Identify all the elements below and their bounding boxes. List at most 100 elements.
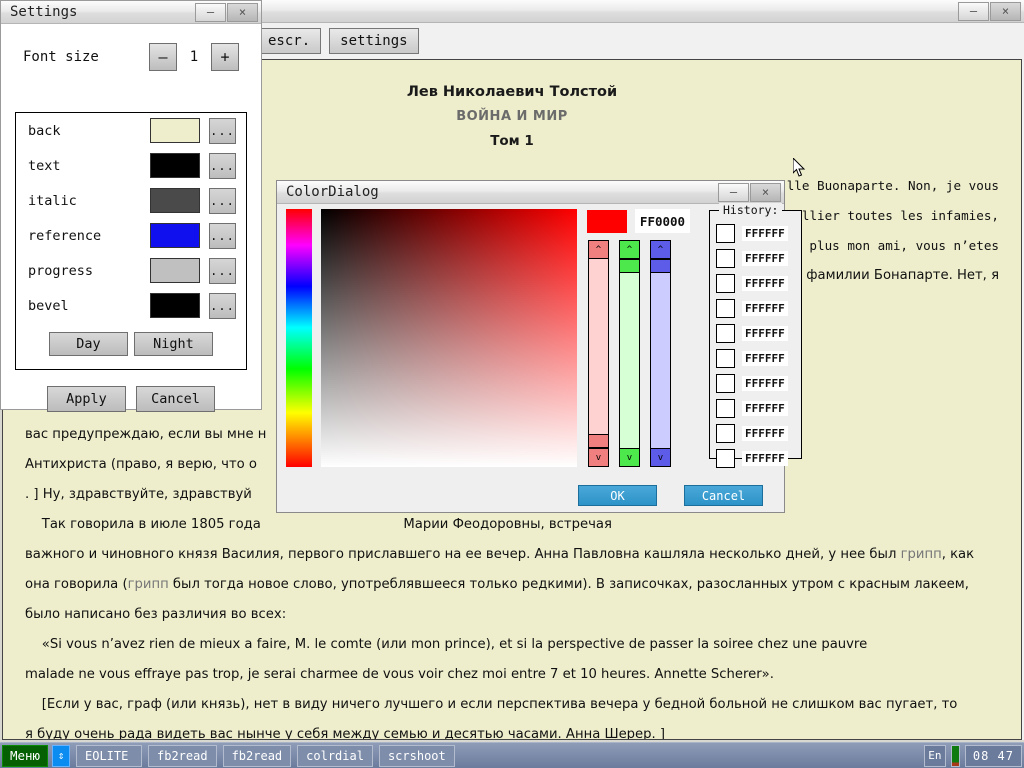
color-label: italic	[28, 193, 150, 209]
history-item[interactable]: FFFFFF	[709, 246, 802, 270]
red-slider-track[interactable]	[588, 240, 609, 467]
apply-button[interactable]: Apply	[47, 386, 126, 412]
color-swatch-reference[interactable]	[150, 223, 200, 248]
blue-slider-up-arrow[interactable]: ^	[650, 240, 671, 259]
color-picker-button-bevel[interactable]: ...	[209, 293, 236, 319]
settings-body: Font size – 1 + back ... text ... italic	[1, 24, 261, 409]
taskbar-item-fb2read-1[interactable]: fb2read	[148, 745, 217, 767]
taskbar-item-fb2read-2[interactable]: fb2read	[223, 745, 292, 767]
font-size-row: Font size – 1 +	[1, 34, 261, 80]
history-item[interactable]: FFFFFF	[709, 271, 802, 295]
color-dialog-ok-button[interactable]: OK	[578, 485, 657, 506]
color-dialog-titlebar[interactable]: ColorDialog – ×	[277, 181, 784, 204]
font-size-label: Font size	[23, 49, 149, 65]
history-item[interactable]: FFFFFF	[709, 371, 802, 395]
history-swatch[interactable]	[716, 274, 735, 293]
close-icon[interactable]: ×	[227, 3, 258, 22]
font-size-decrement-button[interactable]: –	[149, 43, 177, 71]
red-slider-down-arrow[interactable]: v	[588, 448, 609, 467]
red-slider-thumb[interactable]	[588, 434, 609, 448]
settings-window: Settings – × Font size – 1 + back ...	[0, 0, 262, 410]
history-item[interactable]: FFFFFF	[709, 296, 802, 320]
window-switch-icon[interactable]: ⇕	[52, 745, 70, 767]
saturation-value-picker[interactable]	[321, 209, 577, 467]
color-row-text: text ...	[16, 148, 246, 183]
hue-strip-slider[interactable]	[286, 209, 312, 467]
history-swatch[interactable]	[716, 249, 735, 268]
italic-term: грипп	[128, 577, 169, 592]
blue-slider-track[interactable]	[650, 240, 671, 467]
red-slider-up-arrow[interactable]: ^	[588, 240, 609, 259]
history-item[interactable]: FFFFFF	[709, 221, 802, 245]
color-dialog-controls: – ×	[717, 183, 781, 202]
day-night-row: Day Night	[16, 332, 246, 356]
blue-channel-slider[interactable]: ^ v	[650, 240, 671, 467]
main-window-titlebar[interactable]: – ×	[255, 0, 1024, 23]
history-swatch[interactable]	[716, 399, 735, 418]
color-picker-button-text[interactable]: ...	[209, 153, 236, 179]
color-swatch-back[interactable]	[150, 118, 200, 143]
history-swatch[interactable]	[716, 449, 735, 468]
color-picker-button-progress[interactable]: ...	[209, 258, 236, 284]
book-text-run: она говорила (	[25, 577, 128, 592]
minimize-icon[interactable]: –	[718, 183, 749, 202]
settings-titlebar[interactable]: Settings – ×	[1, 1, 261, 24]
tab-settings[interactable]: settings	[329, 28, 418, 54]
book-paragraph: важного и чиновного князя Василия, перво…	[25, 540, 1001, 570]
book-text-run: , как	[942, 547, 974, 562]
history-swatch[interactable]	[716, 224, 735, 243]
color-picker-button-back[interactable]: ...	[209, 118, 236, 144]
color-dialog-body: FF0000 ^ v ^ v ^ v	[277, 204, 784, 512]
language-indicator[interactable]: En	[924, 745, 946, 767]
history-swatch[interactable]	[716, 349, 735, 368]
color-picker-button-italic[interactable]: ...	[209, 188, 236, 214]
red-channel-slider[interactable]: ^ v	[588, 240, 609, 467]
taskbar-item-colrdial[interactable]: colrdial	[297, 745, 373, 767]
color-history-legend: History:	[719, 203, 782, 217]
minimize-icon[interactable]: –	[958, 2, 989, 21]
history-item[interactable]: FFFFFF	[709, 446, 802, 470]
color-picker-button-reference[interactable]: ...	[209, 223, 236, 249]
color-swatch-progress[interactable]	[150, 258, 200, 283]
italic-term: грипп	[901, 547, 942, 562]
battery-icon[interactable]	[951, 745, 960, 767]
history-swatch[interactable]	[716, 424, 735, 443]
start-menu-button[interactable]: Меню	[2, 745, 48, 767]
history-value: FFFFFF	[742, 226, 788, 241]
night-theme-button[interactable]: Night	[134, 332, 213, 356]
green-slider-down-arrow[interactable]: v	[619, 448, 640, 467]
green-slider-track[interactable]	[619, 240, 640, 467]
history-swatch[interactable]	[716, 299, 735, 318]
close-icon[interactable]: ×	[990, 2, 1021, 21]
cancel-button[interactable]: Cancel	[136, 386, 215, 412]
hex-value-input[interactable]: FF0000	[635, 209, 690, 233]
history-item[interactable]: FFFFFF	[709, 346, 802, 370]
history-item[interactable]: FFFFFF	[709, 421, 802, 445]
history-value: FFFFFF	[742, 451, 788, 466]
history-swatch[interactable]	[716, 324, 735, 343]
tab-descr[interactable]: escr.	[257, 28, 321, 54]
color-dialog-window: ColorDialog – × FF0000 ^ v ^	[276, 180, 785, 513]
history-item[interactable]: FFFFFF	[709, 321, 802, 345]
color-swatch-text[interactable]	[150, 153, 200, 178]
history-item[interactable]: FFFFFF	[709, 396, 802, 420]
day-theme-button[interactable]: Day	[49, 332, 128, 356]
book-text-run: важного и чиновного князя Василия, перво…	[25, 547, 901, 562]
blue-slider-thumb[interactable]	[650, 259, 671, 273]
taskbar-item-scrshoot[interactable]: scrshoot	[379, 745, 455, 767]
blue-slider-down-arrow[interactable]: v	[650, 448, 671, 467]
green-slider-up-arrow[interactable]: ^	[619, 240, 640, 259]
green-slider-thumb[interactable]	[619, 259, 640, 273]
book-paragraph: было написано без различия во всех:	[25, 600, 1001, 630]
close-icon[interactable]: ×	[750, 183, 781, 202]
font-size-increment-button[interactable]: +	[211, 43, 239, 71]
green-channel-slider[interactable]: ^ v	[619, 240, 640, 467]
minimize-icon[interactable]: –	[195, 3, 226, 22]
color-swatch-bevel[interactable]	[150, 293, 200, 318]
color-dialog-cancel-button[interactable]: Cancel	[684, 485, 763, 506]
history-swatch[interactable]	[716, 374, 735, 393]
color-swatch-italic[interactable]	[150, 188, 200, 213]
clock[interactable]: 08 47	[965, 745, 1022, 767]
settings-window-title: Settings	[1, 4, 194, 20]
taskbar-item-eolite[interactable]: EOLITE	[76, 745, 142, 767]
